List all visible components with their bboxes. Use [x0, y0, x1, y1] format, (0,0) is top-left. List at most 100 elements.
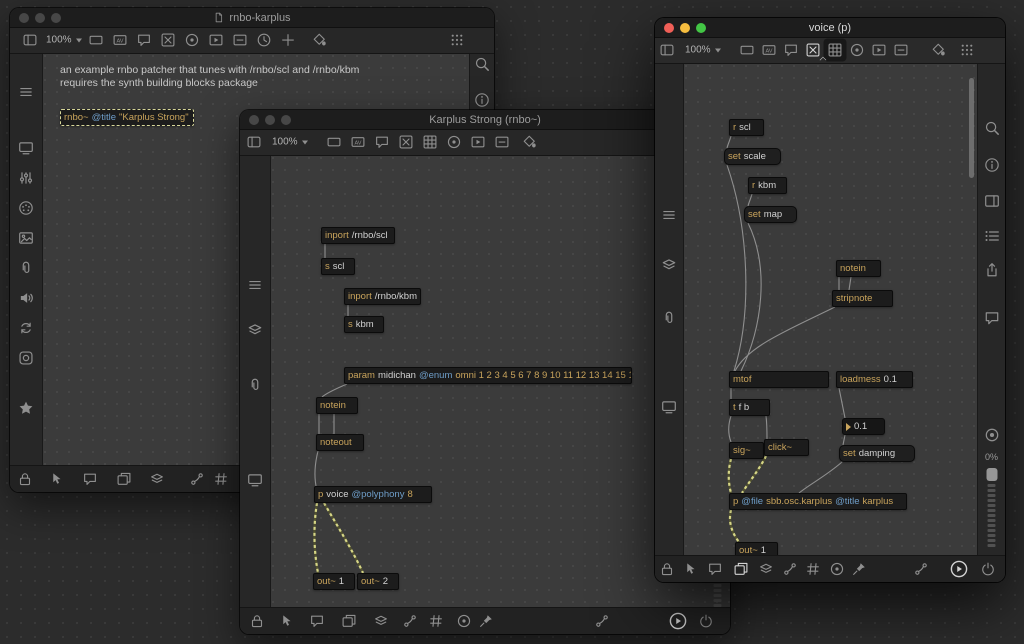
pointer-icon[interactable]	[50, 472, 65, 487]
frame-icon[interactable]	[18, 350, 34, 366]
record-dot-icon[interactable]	[984, 427, 1000, 443]
zoom-button[interactable]	[51, 13, 61, 23]
play-box-icon[interactable]	[471, 135, 486, 150]
monitor-icon[interactable]	[18, 140, 34, 156]
pin-icon[interactable]	[479, 614, 494, 629]
hamburger-icon[interactable]	[18, 84, 34, 100]
circle-o-icon[interactable]	[447, 135, 462, 150]
clock-icon[interactable]	[257, 33, 272, 48]
play-box-icon[interactable]	[209, 33, 224, 48]
toggle-x-icon[interactable]	[161, 33, 176, 48]
sidebar-toggle-icon[interactable]	[247, 135, 262, 150]
object-box-notein[interactable]: notein	[316, 397, 358, 414]
patcher-canvas[interactable]: rsclsetscalerkbmsetmapnoteinstripnotemto…	[683, 63, 978, 556]
lock-icon[interactable]	[250, 614, 265, 629]
power-icon[interactable]	[981, 562, 996, 577]
object-box-notein[interactable]: notein	[836, 260, 881, 277]
object-box-noteout[interactable]: noteout	[316, 434, 364, 451]
presentation-icon[interactable]	[342, 614, 357, 629]
layers-icon[interactable]	[661, 257, 677, 273]
zoom-control[interactable]: 100%	[685, 45, 721, 56]
close-button[interactable]	[664, 23, 674, 33]
object-box-icon[interactable]	[740, 43, 755, 58]
star-icon[interactable]	[18, 400, 34, 416]
grid-hash-icon[interactable]	[214, 472, 229, 487]
object-box-p[interactable]: p@filesbb.osc.karplus@titlekarplus	[729, 493, 907, 510]
circle-o-icon[interactable]	[830, 562, 845, 577]
object-box-p[interactable]: pvoice@polyphony8	[314, 486, 432, 503]
comment-bubble-icon[interactable]	[708, 562, 723, 577]
object-box-mtof[interactable]: mtof	[729, 371, 829, 388]
zoom-button[interactable]	[696, 23, 706, 33]
paint-bucket-icon[interactable]	[523, 135, 538, 150]
grid-hash-icon[interactable]	[429, 614, 444, 629]
panel-icon[interactable]	[984, 193, 1000, 209]
play-box-icon[interactable]	[872, 43, 887, 58]
grid-dots-icon[interactable]	[960, 43, 975, 58]
object-box-icon[interactable]	[327, 135, 342, 150]
zoom-control[interactable]: 100%	[272, 137, 308, 148]
info-icon[interactable]	[474, 92, 490, 108]
grid-dots-icon[interactable]	[450, 33, 465, 48]
cable-icon[interactable]	[403, 614, 418, 629]
comment-bubble-icon[interactable]	[375, 135, 390, 150]
number-box[interactable]: 0.1	[842, 418, 885, 435]
object-box-out~[interactable]: out~1	[735, 542, 778, 556]
message-box-set[interactable]: setmap	[744, 206, 797, 223]
paint-bucket-icon[interactable]	[932, 43, 947, 58]
lock-icon[interactable]	[18, 472, 33, 487]
object-box-inport[interactable]: inport/rnbo/scl	[321, 227, 395, 244]
presentation-icon[interactable]	[117, 472, 132, 487]
play-circle-icon[interactable]	[669, 612, 688, 631]
circle-o-icon[interactable]	[185, 33, 200, 48]
layers-icon[interactable]	[374, 614, 389, 629]
layers-icon[interactable]	[247, 322, 263, 338]
loop-icon[interactable]	[18, 320, 34, 336]
hamburger-icon[interactable]	[661, 207, 677, 223]
minus-box-icon[interactable]	[233, 33, 248, 48]
titlebar[interactable]: voice (p)	[655, 18, 1005, 38]
zoom-button[interactable]	[281, 115, 291, 125]
plus-icon[interactable]	[281, 33, 296, 48]
export-icon[interactable]	[984, 262, 1000, 278]
object-box-out~[interactable]: out~1	[313, 573, 355, 590]
grid-hash-icon[interactable]	[806, 562, 821, 577]
message-box-set[interactable]: setdamping	[839, 445, 915, 462]
matrix-grid-icon[interactable]	[423, 135, 438, 150]
patcher-comment[interactable]: an example rnbo patcher that tunes with …	[60, 64, 359, 90]
cable-icon[interactable]	[190, 472, 205, 487]
monitor-icon[interactable]	[661, 399, 677, 415]
comment-bubble-icon[interactable]	[83, 472, 98, 487]
minus-box-icon[interactable]	[894, 43, 909, 58]
speaker-icon[interactable]	[18, 290, 34, 306]
cable-icon[interactable]	[914, 562, 929, 577]
object-box-out~[interactable]: out~2	[357, 573, 399, 590]
scrollbar[interactable]	[969, 78, 974, 178]
pointer-icon[interactable]	[280, 614, 295, 629]
minimize-button[interactable]	[680, 23, 690, 33]
lock-icon[interactable]	[660, 562, 675, 577]
zoom-control[interactable]: 100%	[46, 35, 82, 46]
object-box-inport[interactable]: inport/rnbo/kbm	[344, 288, 421, 305]
sidebar-toggle-icon[interactable]	[660, 43, 675, 58]
object-box-icon[interactable]	[89, 33, 104, 48]
av-box-icon[interactable]: AV	[762, 43, 777, 58]
comment-bubble-icon[interactable]	[310, 614, 325, 629]
message-box-set[interactable]: setscale	[724, 148, 781, 165]
object-box-stripnote[interactable]: stripnote	[832, 290, 893, 307]
pointer-icon[interactable]	[684, 562, 699, 577]
monitor-icon[interactable]	[247, 472, 263, 488]
midi-din-icon[interactable]	[18, 200, 34, 216]
info-icon[interactable]	[984, 157, 1000, 173]
close-button[interactable]	[249, 115, 259, 125]
search-icon[interactable]	[984, 120, 1000, 136]
minimize-button[interactable]	[35, 13, 45, 23]
minus-box-icon[interactable]	[495, 135, 510, 150]
av-box-icon[interactable]: AV	[113, 33, 128, 48]
toggle-x-icon[interactable]	[399, 135, 414, 150]
object-box-r[interactable]: rscl	[729, 119, 764, 136]
image-icon[interactable]	[18, 230, 34, 246]
cable-icon[interactable]	[783, 562, 798, 577]
paperclip-icon[interactable]	[661, 310, 677, 326]
object-box-rnbo~[interactable]: rnbo~@title"Karplus Strong"	[60, 109, 194, 126]
